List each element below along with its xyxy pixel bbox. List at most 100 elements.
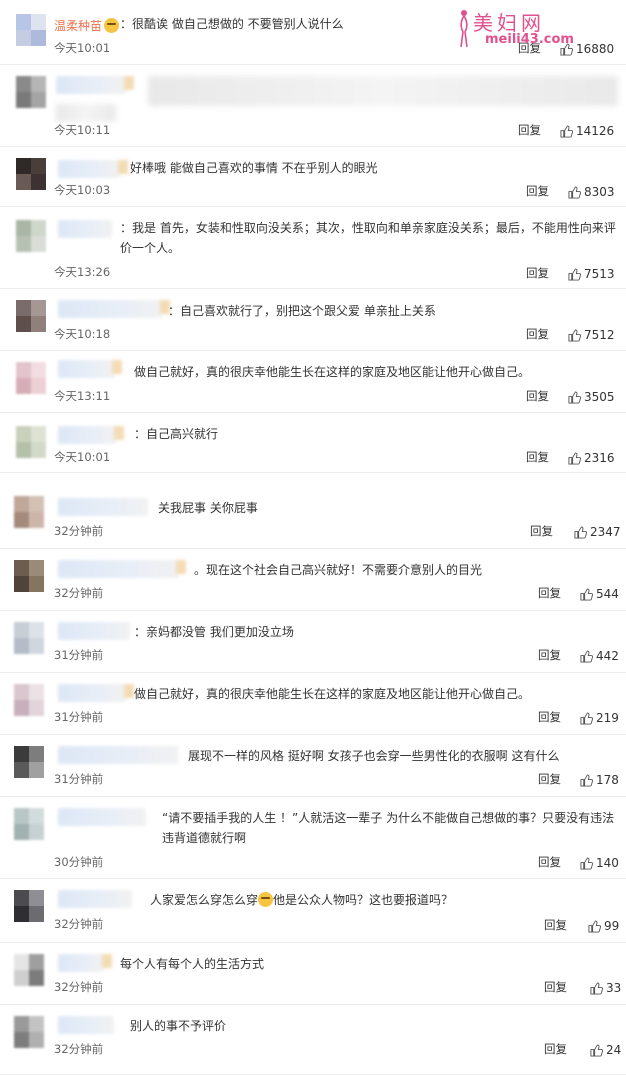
- like-button[interactable]: 8303: [568, 185, 615, 199]
- like-button[interactable]: 7513: [568, 267, 615, 281]
- like-count: 219: [596, 711, 619, 725]
- timestamp: 今天13:11: [54, 389, 111, 403]
- like-count: 2347: [590, 525, 621, 539]
- comment-item: 今天10:11 回复 14126: [0, 64, 626, 147]
- like-button[interactable]: 178: [580, 773, 619, 787]
- comment-text: 。现在这个社会自己高兴就好！不需要介意别人的目光: [194, 563, 483, 577]
- username-blurred: [56, 76, 134, 94]
- timestamp: 31分钟前: [54, 710, 104, 724]
- comment-item: ：自己喜欢就行了，别把这个跟父爱 单亲扯上关系 今天10:18 回复 7512: [0, 288, 626, 351]
- avatar[interactable]: [14, 560, 44, 592]
- thumbs-up-icon: [568, 451, 581, 465]
- avatar[interactable]: [16, 220, 46, 252]
- comment-item: 关我屁事 关你屁事 32分钟前 回复 2347: [0, 486, 626, 549]
- like-button[interactable]: 544: [580, 587, 619, 601]
- reply-button[interactable]: 回复: [544, 1041, 567, 1057]
- like-button[interactable]: 442: [580, 649, 619, 663]
- reply-button[interactable]: 回复: [526, 388, 549, 404]
- like-count: 33: [606, 981, 622, 995]
- like-button[interactable]: 3505: [568, 390, 615, 404]
- timestamp: 今天10:11: [54, 123, 111, 137]
- thumbs-up-icon: [580, 773, 593, 787]
- reply-button[interactable]: 回复: [544, 979, 567, 995]
- reply-button[interactable]: 回复: [526, 183, 549, 199]
- comment-text: ：亲妈都没管 我们更加没立场: [134, 625, 294, 639]
- comment-text: 好棒哦 能做自己喜欢的事情 不在乎别人的眼光: [130, 161, 378, 175]
- timestamp: 31分钟前: [54, 648, 104, 662]
- reply-button[interactable]: 回复: [526, 265, 549, 281]
- avatar[interactable]: [14, 684, 44, 716]
- avatar[interactable]: [16, 76, 46, 108]
- comment-text: 展现不一样的风格 挺好啊 女孩子也会穿一些男性化的衣服啊 这有什么: [188, 749, 560, 763]
- like-button[interactable]: 140: [580, 856, 619, 870]
- like-button[interactable]: 2316: [568, 451, 615, 465]
- username-blurred: [58, 622, 130, 640]
- timestamp: 今天10:18: [54, 327, 111, 341]
- like-button[interactable]: 14126: [560, 124, 614, 138]
- username-blurred: [58, 684, 134, 702]
- avatar[interactable]: [14, 622, 44, 654]
- like-count: 16880: [576, 42, 615, 56]
- like-button[interactable]: 7512: [568, 328, 615, 342]
- timestamp: 32分钟前: [54, 1042, 104, 1056]
- comment-item: 每个人有每个人的生活方式 32分钟前 回复 33: [0, 942, 626, 1005]
- like-button[interactable]: 99: [588, 919, 619, 933]
- avatar[interactable]: [16, 362, 46, 394]
- comment-item: ：亲妈都没管 我们更加没立场 31分钟前 回复 442: [0, 610, 626, 673]
- like-button[interactable]: 2347: [574, 525, 621, 539]
- comment-text: 每个人有每个人的生活方式: [120, 957, 265, 971]
- avatar[interactable]: [14, 808, 44, 840]
- avatar[interactable]: [16, 158, 46, 190]
- username-blurred: [58, 160, 128, 178]
- username-blurred: [58, 360, 122, 378]
- comment-text: 人家爱怎么穿怎么穿 他是公众人物吗？这也要报道吗？: [150, 890, 453, 910]
- username-blurred: [58, 220, 112, 238]
- avatar[interactable]: [16, 14, 46, 46]
- username-blurred: [58, 746, 178, 764]
- timestamp: 今天10:01: [54, 41, 111, 55]
- reply-button[interactable]: 回复: [538, 647, 561, 663]
- timestamp: 32分钟前: [54, 917, 104, 931]
- comment-text: 做自己就好，真的很庆幸他能生长在这样的家庭及地区能让他开心做自己。: [134, 687, 531, 701]
- reply-button[interactable]: 回复: [538, 854, 561, 870]
- like-button[interactable]: 219: [580, 711, 619, 725]
- reply-button[interactable]: 回复: [530, 523, 553, 539]
- thumbs-up-icon: [568, 328, 581, 342]
- comment-item: 别人的事不予评价 32分钟前 回复 24: [0, 1004, 626, 1075]
- like-count: 442: [596, 649, 619, 663]
- avatar[interactable]: [14, 496, 44, 528]
- reply-button[interactable]: 回复: [526, 449, 549, 465]
- avatar[interactable]: [16, 426, 46, 458]
- like-count: 7513: [584, 267, 615, 281]
- timestamp: 32分钟前: [54, 524, 104, 538]
- avatar[interactable]: [14, 890, 44, 922]
- reply-button[interactable]: 回复: [538, 585, 561, 601]
- avatar[interactable]: [14, 1016, 44, 1048]
- comment-text-part: 他是公众人物吗？这也要报道吗？: [273, 893, 454, 907]
- like-button[interactable]: 24: [590, 1043, 621, 1057]
- comment-text: ：自己喜欢就行了，别把这个跟父爱 单亲扯上关系: [168, 304, 436, 318]
- comment-item: 好棒哦 能做自己喜欢的事情 不在乎别人的眼光 今天10:03 回复 8303: [0, 146, 626, 207]
- avatar[interactable]: [14, 954, 44, 986]
- comment-item: 展现不一样的风格 挺好啊 女孩子也会穿一些男性化的衣服啊 这有什么 31分钟前 …: [0, 734, 626, 797]
- like-count: 140: [596, 856, 619, 870]
- timestamp: 32分钟前: [54, 980, 104, 994]
- reply-button[interactable]: 回复: [544, 917, 567, 933]
- comment-text: 关我屁事 关你屁事: [158, 501, 258, 515]
- avatar[interactable]: [14, 746, 44, 778]
- username-link[interactable]: 温柔种苗: [54, 17, 102, 34]
- thumbs-up-icon: [580, 856, 593, 870]
- username-blurred: [58, 890, 132, 908]
- comment-item: 。现在这个社会自己高兴就好！不需要介意别人的目光 32分钟前 回复 544: [0, 548, 626, 611]
- reply-button[interactable]: 回复: [518, 122, 541, 138]
- reply-button[interactable]: 回复: [538, 771, 561, 787]
- reply-button[interactable]: 回复: [526, 326, 549, 342]
- comment-text: ：我是 首先，女装和性取向没关系；其次，性取向和单亲家庭没关系；最后，不能用性向…: [120, 221, 616, 255]
- like-button[interactable]: 33: [590, 981, 621, 995]
- comment-text: “请不要插手我的人生 ！”人就活这一辈子 为什么不能做自己想做的事？只要没有违法…: [162, 811, 615, 845]
- username-blurred: [58, 300, 170, 318]
- thumbs-up-icon: [568, 390, 581, 404]
- like-count: 178: [596, 773, 619, 787]
- reply-button[interactable]: 回复: [538, 709, 561, 725]
- avatar[interactable]: [16, 300, 46, 332]
